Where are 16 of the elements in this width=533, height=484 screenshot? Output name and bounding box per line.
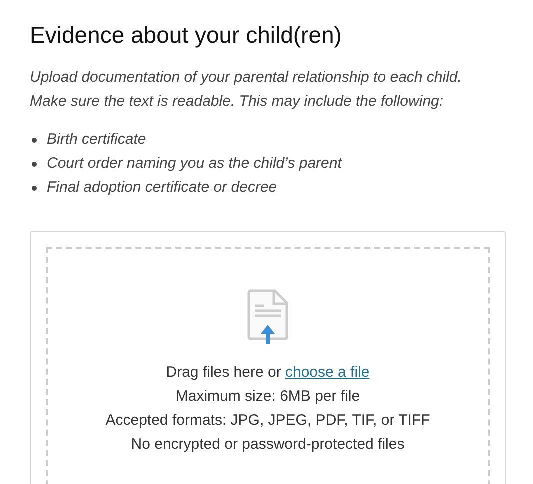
upload-note: Accepted formats: JPG, JPEG, PDF, TIF, or TIFF (106, 411, 430, 431)
intro-text: Upload documentation of your parental relationship to each child. (30, 68, 463, 88)
list-item: Final adoption certificate or decree (47, 178, 278, 198)
bullet-icon (32, 186, 37, 190)
list-item: Birth certificate (47, 130, 146, 150)
intro-text: Make sure the text is readable. This may include the following: (30, 92, 445, 112)
choose-file-link[interactable]: choose a file (286, 364, 370, 381)
drop-instructions: Drag files here or choose a file (166, 363, 370, 383)
upload-note: Maximum size: 6MB per file (176, 387, 360, 407)
page-title: Evidence about your child(ren) (30, 21, 343, 50)
bullet-icon (32, 162, 37, 166)
upload-note: No encrypted or password-protected files (131, 435, 405, 455)
drop-zone[interactable]: Drag files here or choose a file Maximum size: 6MB per file Accepted formats: JPG, JPEG, PDF, TIF, or TIFF No encrypted or password-protected files (46, 247, 490, 484)
file-upload-icon (247, 289, 289, 345)
list-item: Court order naming you as the child’s parent (47, 154, 342, 174)
bullet-icon (32, 138, 37, 142)
